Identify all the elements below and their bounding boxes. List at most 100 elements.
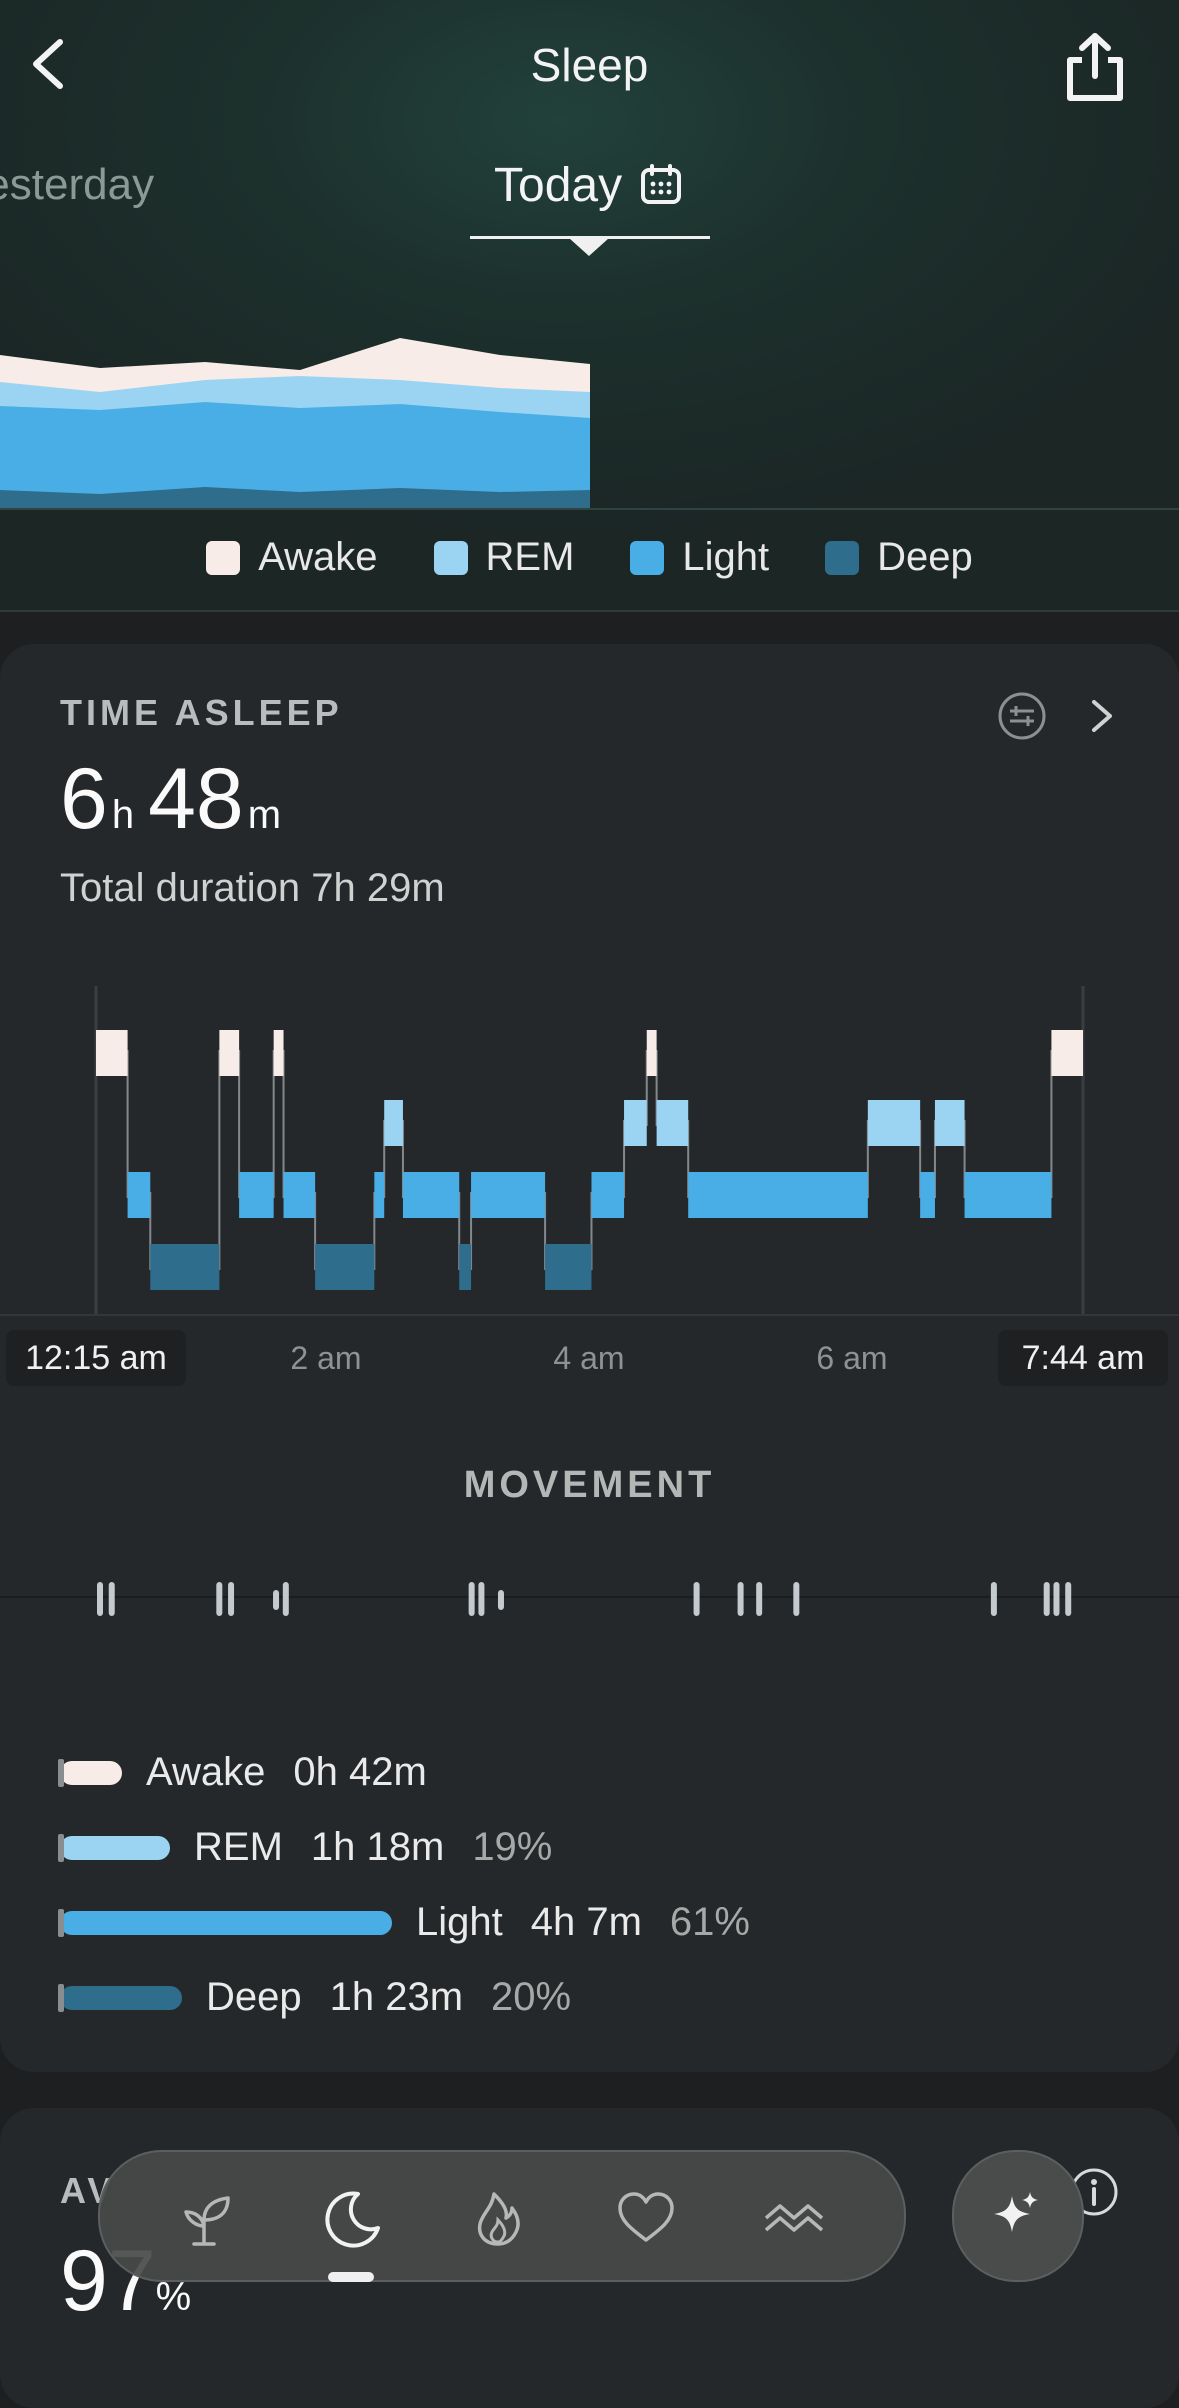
hypnogram-segment-deep xyxy=(150,1244,220,1290)
legend-label: Awake xyxy=(258,535,378,579)
breakdown-row-awake: Awake 0h 42m xyxy=(58,1750,455,1795)
hypnogram-segment-light xyxy=(471,1172,546,1218)
stage-duration: 1h 23m xyxy=(329,1975,464,2019)
hypnogram-segment-awake xyxy=(273,1030,284,1076)
hours-value: 6 xyxy=(60,751,108,847)
hypnogram-segment-awake xyxy=(1051,1030,1083,1076)
movement-event xyxy=(478,1582,485,1616)
hypnogram-segment-light xyxy=(920,1172,935,1218)
legend-item-deep: Deep xyxy=(825,535,973,580)
hypnogram-segment-rem xyxy=(656,1100,689,1146)
hypnogram-segment-light xyxy=(239,1172,274,1218)
sprout-icon[interactable] xyxy=(174,2186,238,2250)
chevron-right-icon[interactable] xyxy=(1082,696,1122,736)
hypnogram-segment-rem xyxy=(867,1100,921,1146)
total-duration: Total duration 7h 29m xyxy=(60,866,445,910)
legend-item-awake: Awake xyxy=(206,535,378,580)
movement-chart xyxy=(97,1582,1072,1616)
stage-name: Awake xyxy=(146,1750,266,1794)
hypnogram-segment-light xyxy=(127,1172,151,1218)
movement-event xyxy=(1043,1582,1050,1616)
stage-duration: 0h 42m xyxy=(293,1750,427,1794)
movement-event xyxy=(693,1582,700,1616)
legend-item-light: Light xyxy=(630,535,769,580)
stage-bar xyxy=(58,1758,122,1787)
stage-name: Light xyxy=(416,1900,503,1944)
minutes-unit: m xyxy=(247,793,282,837)
breakdown-row-rem: REM 1h 18m 19% xyxy=(58,1825,553,1870)
tab-caret xyxy=(569,238,609,256)
legend-swatch xyxy=(206,540,241,575)
movement-event xyxy=(468,1582,475,1616)
tick-label: 2 am xyxy=(290,1340,362,1376)
hypnogram-segment-light xyxy=(964,1172,1052,1218)
flame-icon[interactable] xyxy=(466,2186,530,2250)
stage-percent: 61% xyxy=(669,1900,750,1944)
stage-percent: 19% xyxy=(472,1825,553,1869)
tab-today[interactable]: Today xyxy=(494,158,622,213)
movement-event xyxy=(273,1590,280,1610)
end-time-text: 7:44 am xyxy=(1021,1338,1145,1377)
filter-icon[interactable] xyxy=(996,690,1048,742)
legend-label: REM xyxy=(485,535,575,579)
movement-event xyxy=(990,1582,997,1616)
tab-today-label: Today xyxy=(494,159,623,212)
start-time-text: 12:15 am xyxy=(25,1338,167,1377)
heart-icon[interactable] xyxy=(614,2186,678,2250)
hypnogram-segment-light xyxy=(591,1172,625,1218)
hypnogram-segment-awake xyxy=(646,1030,657,1076)
timeline-axis xyxy=(0,1314,1179,1316)
legend-swatch xyxy=(433,540,468,575)
hypnogram-segment-awake xyxy=(219,1030,240,1076)
hypnogram-segment-light xyxy=(402,1172,460,1218)
stage-percent: 20% xyxy=(491,1975,572,2019)
tick-label: 4 am xyxy=(553,1340,625,1376)
stage-legend: Awake REM Light Deep xyxy=(0,535,1179,580)
active-tab-indicator xyxy=(328,2272,374,2282)
stage-name: Deep xyxy=(206,1975,302,2019)
legend-swatch xyxy=(630,540,665,575)
hypnogram-segment-rem xyxy=(624,1100,647,1146)
share-icon[interactable] xyxy=(1058,30,1132,104)
page-title: Sleep xyxy=(530,39,649,91)
movement-event xyxy=(228,1582,235,1616)
hypnogram-segment-awake xyxy=(96,1030,128,1076)
stage-bar xyxy=(58,1833,170,1862)
time-asleep-value: 6 h 48 m xyxy=(60,750,295,849)
hypnogram-segment-rem xyxy=(384,1100,403,1146)
calendar-icon[interactable] xyxy=(640,164,682,206)
movement-event xyxy=(216,1582,223,1616)
stage-name: REM xyxy=(194,1825,283,1869)
stage-bar xyxy=(58,1983,182,2012)
time-asleep-label: TIME ASLEEP xyxy=(60,692,343,733)
moon-icon[interactable] xyxy=(320,2186,384,2250)
sparkle-icon[interactable] xyxy=(984,2182,1048,2246)
hypnogram-segment-light xyxy=(688,1172,868,1218)
minutes-value: 48 xyxy=(148,751,244,847)
legend-swatch xyxy=(825,540,860,575)
end-time-label: 7:44 am xyxy=(998,1330,1168,1386)
movement-event xyxy=(1065,1582,1072,1616)
breakdown-row-light: Light 4h 7m 61% xyxy=(58,1900,750,1945)
movement-event xyxy=(1053,1582,1060,1616)
hypnogram-segment-deep xyxy=(315,1244,375,1290)
start-time-label: 12:15 am xyxy=(6,1330,186,1386)
hypnogram-segment-deep xyxy=(545,1244,592,1290)
movement-event xyxy=(282,1582,289,1616)
hypnogram-segment-light xyxy=(374,1172,385,1218)
hypnogram-segment-light xyxy=(283,1172,316,1218)
chart-baseline xyxy=(0,508,1179,510)
movement-label: MOVEMENT xyxy=(463,1464,716,1506)
movement-event xyxy=(108,1582,115,1616)
waves-icon[interactable] xyxy=(762,2186,826,2250)
hypnogram-segment-deep xyxy=(459,1244,472,1290)
legend-label: Light xyxy=(682,535,770,579)
legend-item-rem: REM xyxy=(433,535,575,580)
tick-label: 6 am xyxy=(816,1340,888,1376)
hypnogram-chart xyxy=(94,986,1085,1314)
hours-unit: h xyxy=(111,793,135,837)
movement-event xyxy=(793,1582,800,1616)
tab-yesterday[interactable]: Yesterday xyxy=(0,160,154,210)
legend-label: Deep xyxy=(877,535,973,579)
stage-bar xyxy=(58,1908,392,1937)
